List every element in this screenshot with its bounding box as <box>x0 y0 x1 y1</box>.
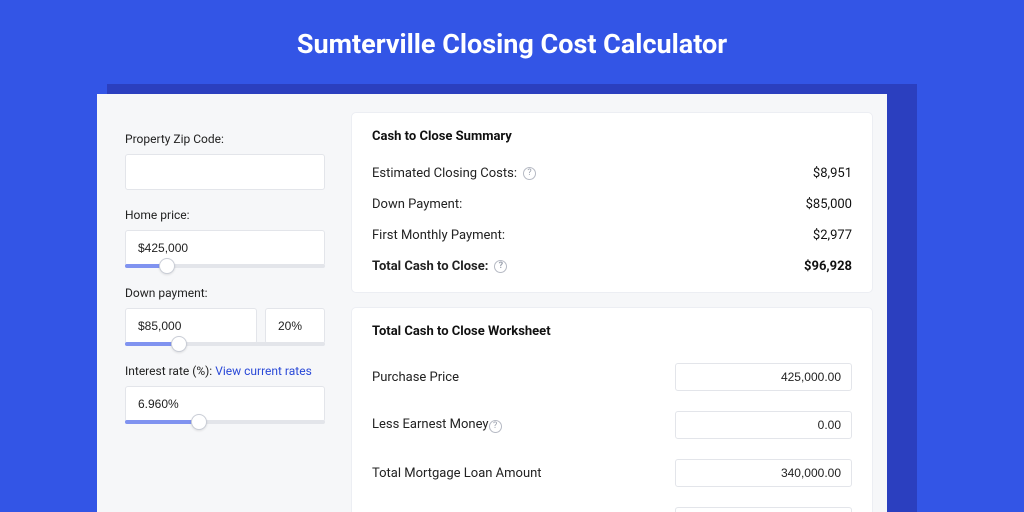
interest-rate-label-text: Interest rate (%): <box>125 364 215 378</box>
worksheet-card: Total Cash to Close Worksheet Purchase P… <box>351 307 873 512</box>
worksheet-row-label: Purchase Price <box>372 370 459 385</box>
summary-row-label-text: Estimated Closing Costs: <box>372 166 517 181</box>
worksheet-title: Total Cash to Close Worksheet <box>372 324 852 339</box>
down-payment-slider-thumb[interactable] <box>171 336 187 352</box>
zip-label: Property Zip Code: <box>125 132 325 146</box>
worksheet-row: Purchase Price <box>372 353 852 401</box>
zip-field: Property Zip Code: <box>125 132 325 190</box>
down-payment-field: Down payment: <box>125 286 325 346</box>
summary-row-label-text: First Monthly Payment: <box>372 228 505 243</box>
home-price-slider-thumb[interactable] <box>159 258 175 274</box>
summary-card: Cash to Close Summary Estimated Closing … <box>351 112 873 293</box>
summary-row-value: $2,977 <box>813 228 852 243</box>
summary-row-value: $96,928 <box>804 259 852 274</box>
summary-row: Total Cash to Close:? $96,928 <box>372 251 852 282</box>
results-area: Cash to Close Summary Estimated Closing … <box>347 94 887 512</box>
worksheet-row-input[interactable] <box>675 411 852 439</box>
home-price-slider[interactable] <box>125 264 325 268</box>
summary-row: First Monthly Payment: $2,977 <box>372 220 852 251</box>
help-icon[interactable]: ? <box>523 167 536 180</box>
worksheet-row-label: Total Mortgage Loan Amount <box>372 466 542 481</box>
worksheet-row-label-text: Purchase Price <box>372 370 459 385</box>
summary-row-label-text: Total Cash to Close: <box>372 259 488 274</box>
summary-row-value: $8,951 <box>813 166 852 181</box>
home-price-field: Home price: <box>125 208 325 268</box>
summary-title: Cash to Close Summary <box>372 129 852 144</box>
interest-rate-slider-fill <box>125 420 199 424</box>
interest-rate-label: Interest rate (%): View current rates <box>125 364 325 378</box>
worksheet-row-input[interactable] <box>675 507 852 512</box>
down-payment-slider[interactable] <box>125 342 325 346</box>
worksheet-row-input[interactable] <box>675 363 852 391</box>
worksheet-row: Less Earnest Money? <box>372 401 852 449</box>
down-payment-pct-input[interactable] <box>265 308 325 344</box>
interest-rate-input[interactable] <box>125 386 325 422</box>
help-icon[interactable]: ? <box>494 260 507 273</box>
summary-row-label: Down Payment: <box>372 197 462 212</box>
panel-backdrop: Property Zip Code: Home price: Down paym… <box>107 84 917 512</box>
down-payment-input[interactable] <box>125 308 257 344</box>
page-title: Sumterville Closing Cost Calculator <box>297 28 727 60</box>
summary-row: Down Payment: $85,000 <box>372 189 852 220</box>
calculator-panel: Property Zip Code: Home price: Down paym… <box>97 94 887 512</box>
worksheet-row: Total Mortgage Loan Amount <box>372 449 852 497</box>
down-payment-label: Down payment: <box>125 286 325 300</box>
worksheet-row-label-text: Total Mortgage Loan Amount <box>372 466 542 481</box>
summary-row-label: Estimated Closing Costs:? <box>372 166 536 181</box>
summary-row-value: $85,000 <box>806 197 852 212</box>
zip-input[interactable] <box>125 154 325 190</box>
interest-rate-slider[interactable] <box>125 420 325 424</box>
interest-rate-slider-thumb[interactable] <box>191 414 207 430</box>
summary-row-label: Total Cash to Close:? <box>372 259 507 274</box>
home-price-label: Home price: <box>125 208 325 222</box>
worksheet-row-label: Less Earnest Money? <box>372 417 502 433</box>
summary-row-label-text: Down Payment: <box>372 197 462 212</box>
home-price-input[interactable] <box>125 230 325 266</box>
worksheet-row-input[interactable] <box>675 459 852 487</box>
worksheet-row: Total Second Mortgage Amount? <box>372 497 852 512</box>
interest-rate-field: Interest rate (%): View current rates <box>125 364 325 424</box>
help-icon[interactable]: ? <box>489 420 502 433</box>
inputs-sidebar: Property Zip Code: Home price: Down paym… <box>97 94 347 512</box>
worksheet-row-label-text: Less Earnest Money <box>372 417 489 432</box>
summary-row: Estimated Closing Costs:? $8,951 <box>372 158 852 189</box>
view-current-rates-link[interactable]: View current rates <box>215 364 312 378</box>
summary-row-label: First Monthly Payment: <box>372 228 505 243</box>
